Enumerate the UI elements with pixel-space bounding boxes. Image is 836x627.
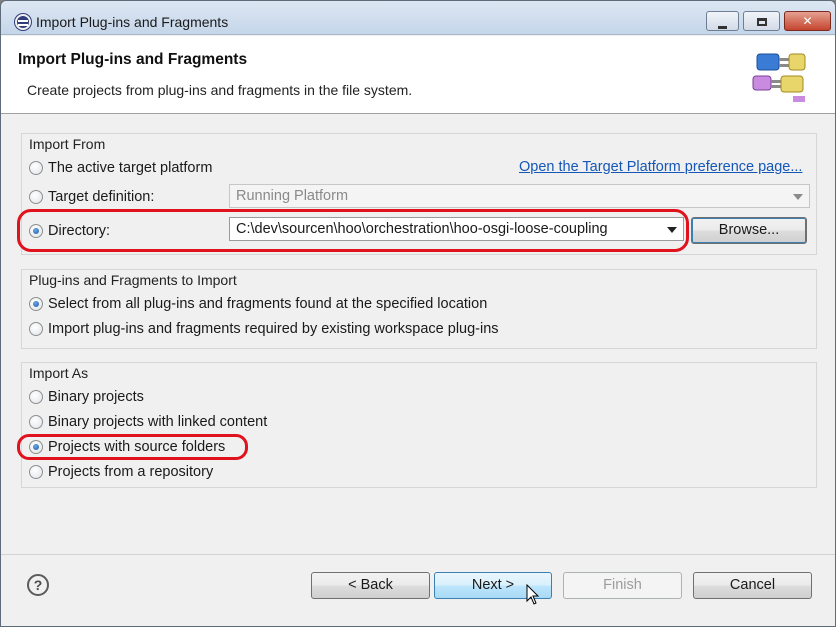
radio-button[interactable] (29, 440, 43, 454)
repository-label: Projects from a repository (48, 464, 214, 480)
import-as-label: Import As (29, 365, 89, 381)
radio-binary-projects[interactable]: Binary projects (29, 388, 144, 406)
select-all-label: Select from all plug-ins and fragments f… (48, 296, 488, 312)
radio-button[interactable] (29, 390, 43, 404)
import-dialog: Import Plug-ins and Fragments ✕ Import P… (0, 0, 836, 627)
browse-button[interactable]: Browse... (691, 217, 807, 244)
directory-combo[interactable]: C:\dev\sourcen\hoo\orchestration\hoo-osg… (229, 217, 684, 241)
import-from-label: Import From (29, 136, 106, 152)
directory-value: C:\dev\sourcen\hoo\orchestration\hoo-osg… (236, 221, 608, 237)
help-icon[interactable]: ? (27, 574, 49, 596)
radio-select-all[interactable]: Select from all plug-ins and fragments f… (29, 295, 487, 313)
wizard-header: Import Plug-ins and Fragments Create pro… (1, 36, 835, 114)
radio-repository[interactable]: Projects from a repository (29, 463, 213, 481)
radio-target-definition[interactable]: Target definition: (29, 188, 154, 206)
page-title: Import Plug-ins and Fragments (18, 51, 248, 68)
minimize-icon (718, 26, 727, 29)
radio-button[interactable] (29, 297, 43, 311)
source-folders-label: Projects with source folders (48, 439, 226, 455)
radio-active-target[interactable]: The active target platform (29, 159, 212, 177)
chevron-down-icon[interactable] (667, 227, 677, 233)
radio-binary-linked[interactable]: Binary projects with linked content (29, 413, 267, 431)
binary-projects-label: Binary projects (48, 389, 144, 405)
maximize-button[interactable] (743, 11, 780, 31)
title-bar: Import Plug-ins and Fragments ✕ (1, 1, 835, 35)
close-icon: ✕ (802, 14, 813, 28)
eclipse-icon (15, 14, 31, 30)
radio-button[interactable] (29, 465, 43, 479)
target-definition-label: Target definition: (48, 189, 155, 205)
plugin-connector-icon (752, 53, 806, 102)
radio-directory[interactable]: Directory: (29, 222, 110, 240)
mouse-cursor-icon (526, 584, 540, 605)
window-title: Import Plug-ins and Fragments (36, 14, 229, 30)
radio-button[interactable] (29, 322, 43, 336)
minimize-button[interactable] (706, 11, 739, 31)
active-target-label: The active target platform (48, 160, 213, 176)
target-definition-value: Running Platform (236, 188, 349, 204)
import-required-label: Import plug-ins and fragments required b… (48, 321, 499, 337)
page-description: Create projects from plug-ins and fragme… (27, 82, 413, 98)
radio-button[interactable] (29, 190, 43, 204)
close-button[interactable]: ✕ (784, 11, 831, 31)
footer-separator (1, 554, 835, 555)
binary-linked-label: Binary projects with linked content (48, 414, 268, 430)
cancel-button[interactable]: Cancel (693, 572, 812, 599)
radio-import-required[interactable]: Import plug-ins and fragments required b… (29, 320, 499, 338)
chevron-down-icon (793, 194, 803, 200)
radio-button[interactable] (29, 224, 43, 238)
plugins-to-import-label: Plug-ins and Fragments to Import (29, 272, 237, 288)
directory-label: Directory: (48, 223, 111, 239)
radio-button[interactable] (29, 161, 43, 175)
target-definition-select: Running Platform (229, 184, 810, 208)
radio-button[interactable] (29, 415, 43, 429)
back-button[interactable]: < Back (311, 572, 430, 599)
finish-button: Finish (563, 572, 682, 599)
maximize-icon (756, 18, 767, 26)
radio-source-folders[interactable]: Projects with source folders (29, 438, 225, 456)
target-platform-preference-link[interactable]: Open the Target Platform preference page… (519, 159, 802, 175)
